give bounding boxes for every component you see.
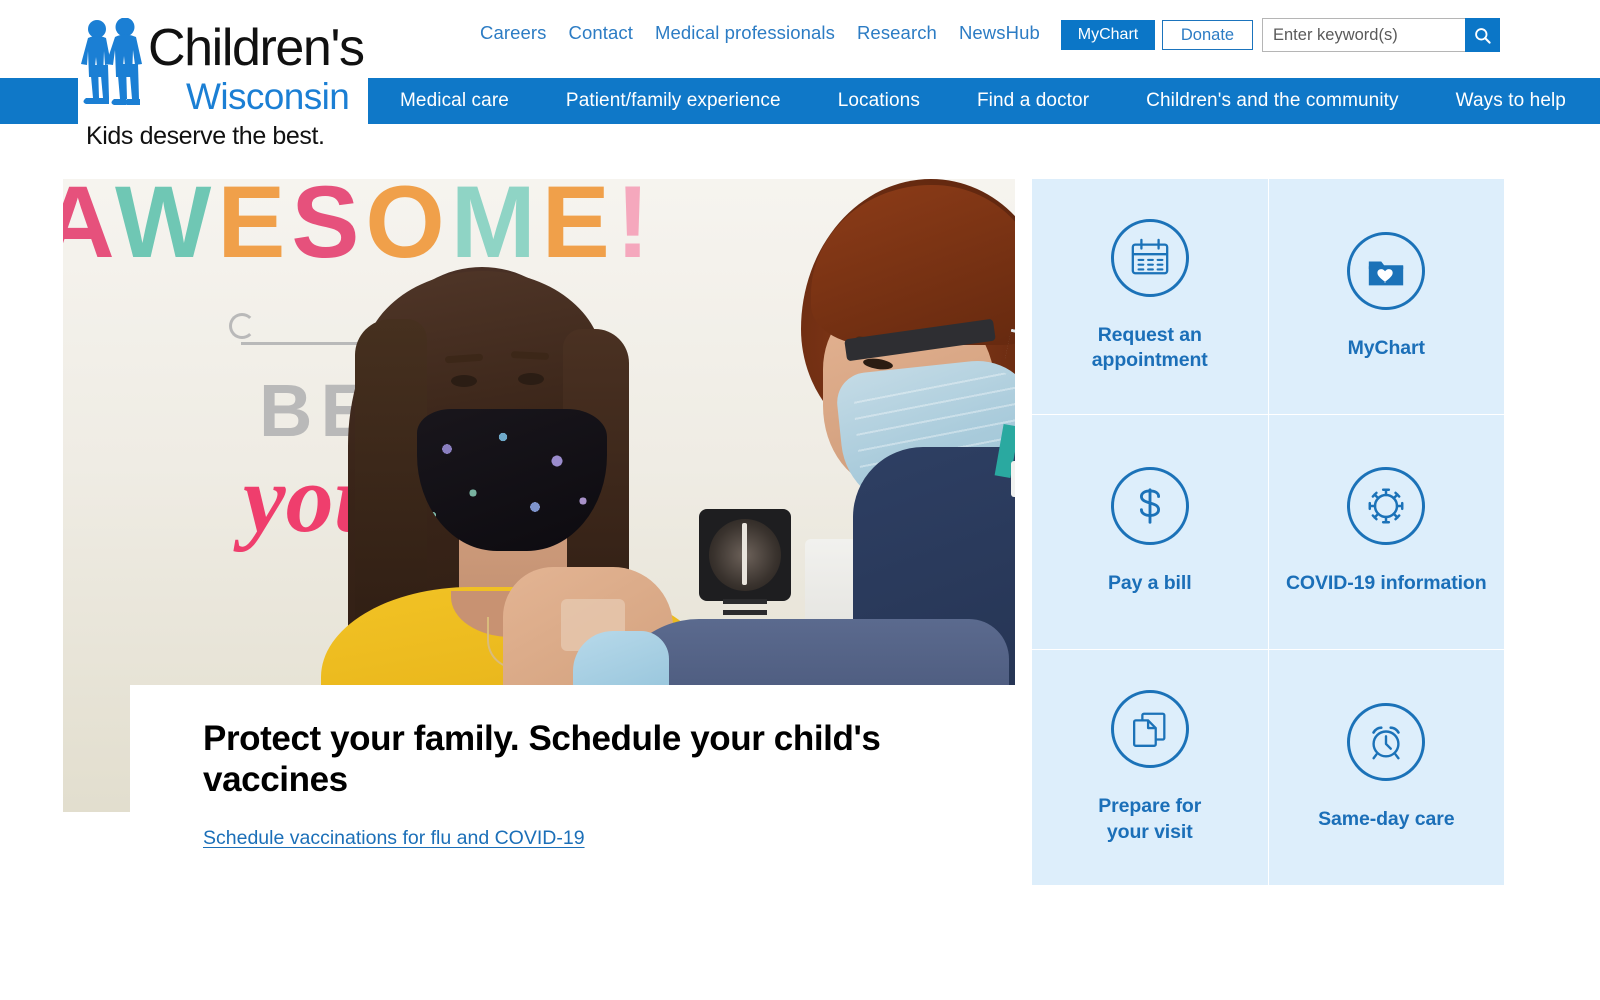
mychart-button[interactable]: MyChart <box>1061 20 1155 50</box>
search-bar <box>1262 18 1500 52</box>
nav-item-ways-to-help[interactable]: Ways to help <box>1456 78 1566 124</box>
nav-item-childrens-and-the-community[interactable]: Children's and the community <box>1146 78 1399 124</box>
nav-item-locations[interactable]: Locations <box>838 78 920 124</box>
nav-item-medical-care[interactable]: Medical care <box>400 78 509 124</box>
quick-link-request-an-appointment[interactable]: Request an appointment <box>1032 179 1268 414</box>
quick-link-label: MyChart <box>1347 336 1425 359</box>
search-icon <box>1475 27 1491 44</box>
logo-wordmark-children: Children's <box>148 19 365 77</box>
quick-link-label: Same-day care <box>1318 807 1455 830</box>
folder-heart-icon <box>1369 261 1404 285</box>
dollar-icon-circle <box>1110 467 1189 546</box>
quick-link-mychart[interactable]: MyChart <box>1268 179 1504 414</box>
documents-icon-circle <box>1110 690 1189 769</box>
dollar-icon <box>1139 488 1160 524</box>
folder-heart-icon-circle <box>1347 231 1426 310</box>
documents-icon <box>1132 712 1166 748</box>
calendar-icon <box>1131 238 1169 275</box>
two-children-logo-icon <box>81 18 142 105</box>
brand-tagline: Kids deserve the best. <box>86 122 325 150</box>
quick-link-prepare-for-your-visit[interactable]: Prepare for your visit <box>1032 650 1268 885</box>
gauge-needle <box>742 523 747 585</box>
hero-title: Protect your family. Schedule your child… <box>203 719 881 799</box>
quick-link-covid-19-information[interactable]: COVID-19 information <box>1268 414 1504 650</box>
donate-button[interactable]: Donate <box>1162 20 1253 50</box>
alarm-clock-icon <box>1372 726 1400 760</box>
utility-nav: Careers Contact Medical professionals Re… <box>480 20 1040 46</box>
nav-item-patient-family-experience[interactable]: Patient/family experience <box>566 78 781 124</box>
calendar-icon-circle <box>1110 218 1189 297</box>
search-input[interactable] <box>1262 18 1465 52</box>
search-submit-button[interactable] <box>1465 18 1500 52</box>
utility-link-newshub[interactable]: NewsHub <box>959 20 1040 46</box>
virus-icon-circle <box>1347 467 1426 546</box>
logo-wordmark-wisconsin: Wisconsin <box>186 76 350 117</box>
utility-link-medical-professionals[interactable]: Medical professionals <box>655 20 835 46</box>
nav-item-find-a-doctor[interactable]: Find a doctor <box>977 78 1089 124</box>
staff-id-badge <box>1011 461 1015 497</box>
quick-links-grid: Request an appointment MyChart Pay a bil… <box>1032 179 1504 885</box>
hero-cta-link[interactable]: Schedule vaccinations for flu and COVID-… <box>203 827 585 850</box>
utility-link-contact[interactable]: Contact <box>569 20 633 46</box>
utility-link-research[interactable]: Research <box>857 20 937 46</box>
quick-link-label: Prepare for your visit <box>1098 795 1202 843</box>
hero-caption-card: Protect your family. Schedule your child… <box>130 685 1016 880</box>
quick-link-pay-a-bill[interactable]: Pay a bill <box>1032 414 1268 650</box>
quick-link-label: COVID-19 information <box>1285 572 1487 595</box>
quick-link-label: Request an appointment <box>1091 323 1208 372</box>
utility-link-careers[interactable]: Careers <box>480 20 547 46</box>
quick-link-label: Pay a bill <box>1107 572 1192 595</box>
alarm-clock-icon-circle <box>1347 702 1426 781</box>
quick-link-same-day-care[interactable]: Same-day care <box>1268 650 1504 885</box>
virus-icon <box>1368 488 1404 524</box>
